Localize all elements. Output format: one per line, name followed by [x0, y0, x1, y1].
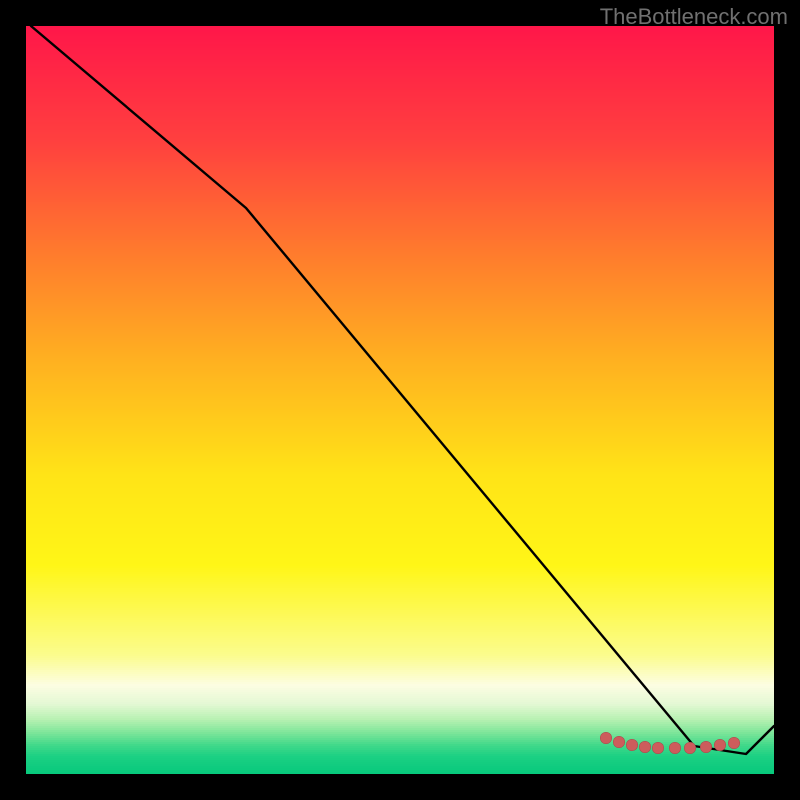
chart-container: TheBottleneck.com	[0, 0, 800, 800]
data-marker	[714, 739, 726, 751]
data-marker	[700, 741, 712, 753]
watermark-text: TheBottleneck.com	[600, 4, 788, 30]
plot-area	[26, 26, 774, 774]
data-marker	[639, 741, 651, 753]
data-marker	[626, 739, 638, 751]
data-marker	[600, 732, 612, 744]
data-marker	[652, 742, 664, 754]
data-marker	[684, 742, 696, 754]
data-marker	[613, 736, 625, 748]
data-marker	[728, 737, 740, 749]
data-marker	[669, 742, 681, 754]
data-markers-layer	[26, 26, 774, 774]
